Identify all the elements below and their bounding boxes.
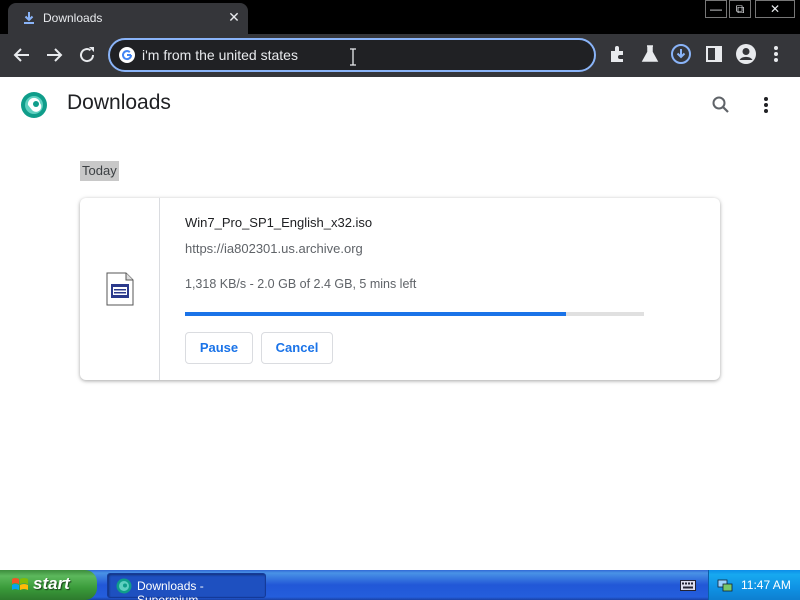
browser-toolbar: i'm from the united states (0, 34, 800, 77)
forward-icon[interactable] (42, 43, 66, 67)
file-icon-column (80, 198, 160, 380)
labs-icon[interactable] (639, 43, 661, 65)
file-name-link[interactable]: Win7_Pro_SP1_English_x32.iso (185, 215, 372, 230)
search-icon[interactable] (710, 94, 732, 116)
clock: 11:47 AM (741, 578, 791, 592)
google-icon (119, 47, 135, 63)
restore-button[interactable]: ⧉ (729, 0, 751, 18)
date-group-label: Today (80, 161, 119, 181)
address-bar[interactable]: i'm from the united states (108, 38, 596, 72)
close-window-button[interactable]: ✕ (755, 0, 795, 18)
taskbar-item-downloads[interactable]: Downloads - Supermium (107, 573, 266, 600)
system-tray: 11:47 AM (708, 570, 800, 600)
tab-close-icon[interactable]: ✕ (226, 9, 242, 25)
downloads-icon[interactable] (670, 43, 692, 65)
taskbar-item-label: Downloads - Supermium (137, 579, 204, 600)
keyboard-icon[interactable] (680, 578, 696, 592)
source-url[interactable]: https://ia802301.us.archive.org (185, 241, 363, 256)
windows-logo-icon (12, 578, 28, 590)
tab-title: Downloads (43, 11, 103, 25)
minimize-button[interactable]: — (705, 0, 727, 18)
profile-icon[interactable] (735, 43, 757, 65)
network-icon[interactable] (717, 577, 733, 593)
supermium-logo (21, 92, 47, 118)
extensions-icon[interactable] (607, 43, 629, 65)
download-item-card: Win7_Pro_SP1_English_x32.iso https://ia8… (80, 198, 720, 380)
taskbar: start Downloads - Supermium 11:47 AM (0, 570, 800, 600)
page-title: Downloads (67, 91, 171, 114)
start-button[interactable]: start (0, 570, 97, 600)
reload-icon[interactable] (75, 43, 99, 67)
browser-menu-icon[interactable] (768, 43, 784, 65)
start-label: start (33, 574, 70, 593)
address-input[interactable]: i'm from the united states (142, 47, 298, 63)
iso-file-icon (106, 272, 134, 306)
text-cursor-icon (350, 48, 356, 66)
more-actions-icon[interactable] (757, 94, 775, 116)
tab-downloads[interactable]: Downloads ✕ (8, 3, 248, 34)
side-panel-icon[interactable] (703, 43, 725, 65)
download-icon (24, 12, 34, 24)
back-icon[interactable] (10, 43, 34, 67)
pause-button[interactable]: Pause (185, 332, 253, 364)
download-status: 1,318 KB/s - 2.0 GB of 2.4 GB, 5 mins le… (185, 277, 417, 291)
page-header: Downloads (0, 77, 800, 133)
supermium-icon (116, 578, 132, 594)
download-progress-bar (185, 312, 644, 316)
title-bar: Downloads ✕ — ⧉ ✕ (0, 0, 800, 34)
cancel-button[interactable]: Cancel (261, 332, 333, 364)
download-progress-fill (185, 312, 566, 316)
